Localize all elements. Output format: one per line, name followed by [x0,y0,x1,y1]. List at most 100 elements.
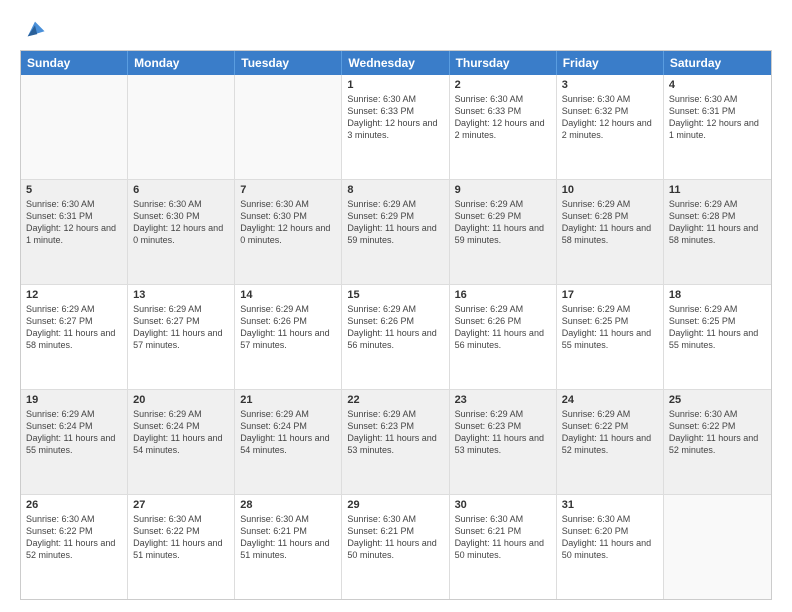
calendar-cell: 8 Sunrise: 6:29 AM Sunset: 6:29 PM Daylig… [342,180,449,284]
calendar-cell: 13 Sunrise: 6:29 AM Sunset: 6:27 PM Dayli… [128,285,235,389]
cell-info: Sunrise: 6:30 AM Sunset: 6:21 PM Dayligh… [347,513,443,562]
calendar-cell: 20 Sunrise: 6:29 AM Sunset: 6:24 PM Dayli… [128,390,235,494]
day-number: 14 [240,289,336,301]
day-number: 25 [669,394,766,406]
cell-info: Sunrise: 6:30 AM Sunset: 6:31 PM Dayligh… [669,93,766,142]
day-number: 17 [562,289,658,301]
day-number: 19 [26,394,122,406]
day-number: 3 [562,79,658,91]
weekday-header: Saturday [664,51,771,75]
day-number: 23 [455,394,551,406]
calendar-row: 5 Sunrise: 6:30 AM Sunset: 6:31 PM Daylig… [21,180,771,285]
day-number: 5 [26,184,122,196]
calendar-cell: 4 Sunrise: 6:30 AM Sunset: 6:31 PM Daylig… [664,75,771,179]
cell-info: Sunrise: 6:29 AM Sunset: 6:23 PM Dayligh… [347,408,443,457]
page: SundayMondayTuesdayWednesdayThursdayFrid… [0,0,792,612]
cell-info: Sunrise: 6:29 AM Sunset: 6:27 PM Dayligh… [26,303,122,352]
day-number: 8 [347,184,443,196]
calendar-cell: 18 Sunrise: 6:29 AM Sunset: 6:25 PM Dayli… [664,285,771,389]
calendar-row: 26Sunrise: 6:30 AM Sunset: 6:22 PM Dayli… [21,495,771,599]
day-number: 15 [347,289,443,301]
calendar-cell: 2 Sunrise: 6:30 AM Sunset: 6:33 PM Daylig… [450,75,557,179]
calendar-cell: 1 Sunrise: 6:30 AM Sunset: 6:33 PM Daylig… [342,75,449,179]
calendar-cell [21,75,128,179]
cell-info: Sunrise: 6:30 AM Sunset: 6:22 PM Dayligh… [133,513,229,562]
day-number: 31 [562,499,658,511]
day-number: 11 [669,184,766,196]
day-number: 21 [240,394,336,406]
cell-info: Sunrise: 6:29 AM Sunset: 6:24 PM Dayligh… [133,408,229,457]
calendar-cell: 29 Sunrise: 6:30 AM Sunset: 6:21 PM Dayli… [342,495,449,599]
day-number: 13 [133,289,229,301]
calendar-cell: 16 Sunrise: 6:29 AM Sunset: 6:26 PM Dayli… [450,285,557,389]
calendar-row: 1 Sunrise: 6:30 AM Sunset: 6:33 PM Daylig… [21,75,771,180]
calendar-cell: 21 Sunrise: 6:29 AM Sunset: 6:24 PM Dayli… [235,390,342,494]
cell-info: Sunrise: 6:29 AM Sunset: 6:23 PM Dayligh… [455,408,551,457]
cell-info: Sunrise: 6:30 AM Sunset: 6:31 PM Dayligh… [26,198,122,247]
cell-info: Sunrise: 6:30 AM Sunset: 6:21 PM Dayligh… [240,513,336,562]
calendar-cell: 6 Sunrise: 6:30 AM Sunset: 6:30 PM Daylig… [128,180,235,284]
calendar-row: 12Sunrise: 6:29 AM Sunset: 6:27 PM Dayli… [21,285,771,390]
calendar-cell: 30 Sunrise: 6:30 AM Sunset: 6:21 PM Dayli… [450,495,557,599]
calendar-cell: 14 Sunrise: 6:29 AM Sunset: 6:26 PM Dayli… [235,285,342,389]
cell-info: Sunrise: 6:29 AM Sunset: 6:24 PM Dayligh… [240,408,336,457]
cell-info: Sunrise: 6:30 AM Sunset: 6:30 PM Dayligh… [240,198,336,247]
calendar-cell: 9 Sunrise: 6:29 AM Sunset: 6:29 PM Daylig… [450,180,557,284]
day-number: 27 [133,499,229,511]
calendar-cell: 7Sunrise: 6:30 AM Sunset: 6:30 PM Daylig… [235,180,342,284]
cell-info: Sunrise: 6:29 AM Sunset: 6:25 PM Dayligh… [669,303,766,352]
calendar-cell: 15 Sunrise: 6:29 AM Sunset: 6:26 PM Dayli… [342,285,449,389]
logo-icon [24,18,46,40]
calendar-cell: 27 Sunrise: 6:30 AM Sunset: 6:22 PM Dayli… [128,495,235,599]
calendar-row: 19 Sunrise: 6:29 AM Sunset: 6:24 PM Dayli… [21,390,771,495]
cell-info: Sunrise: 6:29 AM Sunset: 6:28 PM Dayligh… [562,198,658,247]
cell-info: Sunrise: 6:29 AM Sunset: 6:26 PM Dayligh… [240,303,336,352]
day-number: 18 [669,289,766,301]
day-number: 29 [347,499,443,511]
header [20,18,772,40]
cell-info: Sunrise: 6:30 AM Sunset: 6:22 PM Dayligh… [26,513,122,562]
calendar-cell: 5 Sunrise: 6:30 AM Sunset: 6:31 PM Daylig… [21,180,128,284]
day-number: 30 [455,499,551,511]
day-number: 1 [347,79,443,91]
cell-info: Sunrise: 6:29 AM Sunset: 6:29 PM Dayligh… [347,198,443,247]
day-number: 4 [669,79,766,91]
cell-info: Sunrise: 6:30 AM Sunset: 6:30 PM Dayligh… [133,198,229,247]
day-number: 10 [562,184,658,196]
cell-info: Sunrise: 6:29 AM Sunset: 6:24 PM Dayligh… [26,408,122,457]
day-number: 20 [133,394,229,406]
calendar-cell: 3 Sunrise: 6:30 AM Sunset: 6:32 PM Daylig… [557,75,664,179]
cell-info: Sunrise: 6:29 AM Sunset: 6:27 PM Dayligh… [133,303,229,352]
calendar-cell [235,75,342,179]
cell-info: Sunrise: 6:30 AM Sunset: 6:32 PM Dayligh… [562,93,658,142]
cell-info: Sunrise: 6:29 AM Sunset: 6:26 PM Dayligh… [347,303,443,352]
day-number: 24 [562,394,658,406]
cell-info: Sunrise: 6:30 AM Sunset: 6:20 PM Dayligh… [562,513,658,562]
day-number: 9 [455,184,551,196]
calendar-cell: 23 Sunrise: 6:29 AM Sunset: 6:23 PM Dayli… [450,390,557,494]
cell-info: Sunrise: 6:30 AM Sunset: 6:33 PM Dayligh… [455,93,551,142]
weekday-header: Monday [128,51,235,75]
weekday-header: Thursday [450,51,557,75]
calendar-cell [128,75,235,179]
calendar-body: 1 Sunrise: 6:30 AM Sunset: 6:33 PM Daylig… [21,75,771,599]
calendar-cell: 31 Sunrise: 6:30 AM Sunset: 6:20 PM Dayli… [557,495,664,599]
day-number: 28 [240,499,336,511]
calendar-cell: 25Sunrise: 6:30 AM Sunset: 6:22 PM Dayli… [664,390,771,494]
weekday-header: Friday [557,51,664,75]
logo [20,18,46,40]
day-number: 6 [133,184,229,196]
cell-info: Sunrise: 6:29 AM Sunset: 6:28 PM Dayligh… [669,198,766,247]
calendar-cell [664,495,771,599]
cell-info: Sunrise: 6:29 AM Sunset: 6:26 PM Dayligh… [455,303,551,352]
calendar-header: SundayMondayTuesdayWednesdayThursdayFrid… [21,51,771,75]
calendar-cell: 17 Sunrise: 6:29 AM Sunset: 6:25 PM Dayli… [557,285,664,389]
cell-info: Sunrise: 6:29 AM Sunset: 6:25 PM Dayligh… [562,303,658,352]
cell-info: Sunrise: 6:29 AM Sunset: 6:29 PM Dayligh… [455,198,551,247]
day-number: 16 [455,289,551,301]
cell-info: Sunrise: 6:30 AM Sunset: 6:21 PM Dayligh… [455,513,551,562]
cell-info: Sunrise: 6:29 AM Sunset: 6:22 PM Dayligh… [562,408,658,457]
day-number: 2 [455,79,551,91]
cell-info: Sunrise: 6:30 AM Sunset: 6:33 PM Dayligh… [347,93,443,142]
weekday-header: Wednesday [342,51,449,75]
